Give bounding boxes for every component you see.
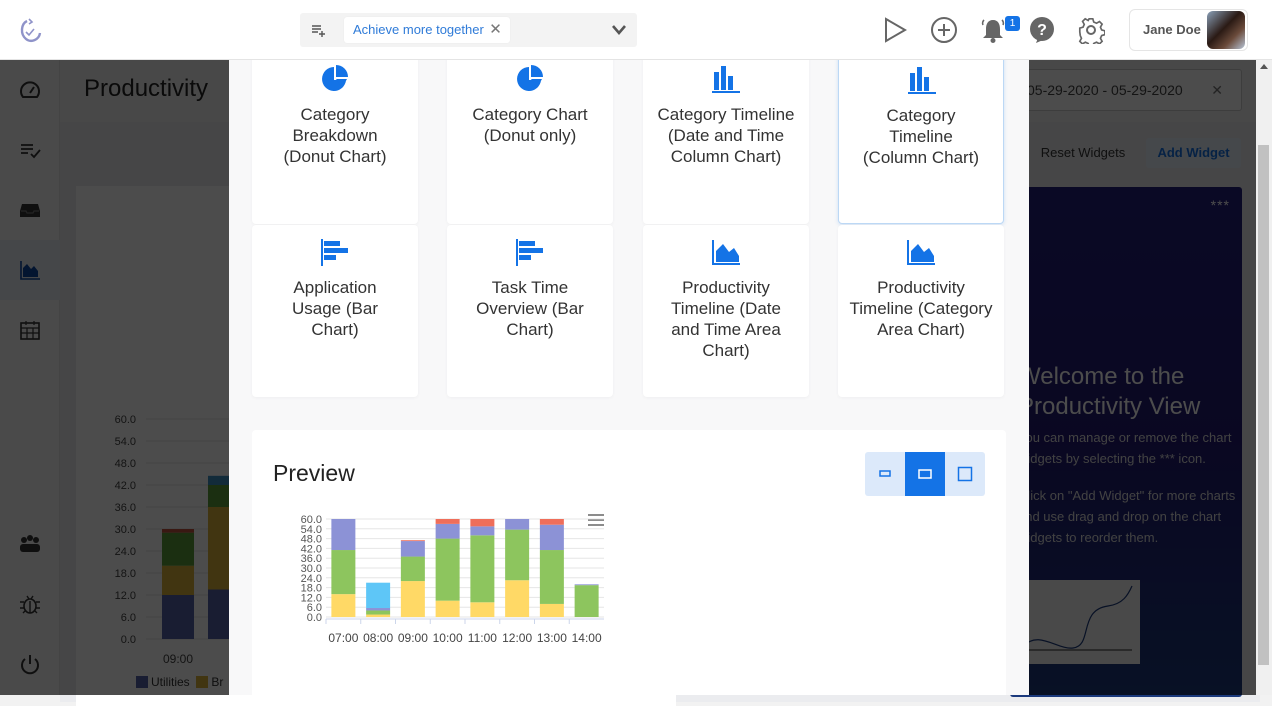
bar-segment-purple[interactable] [331,519,356,551]
widget-option-label: Application Usage (Bar Chart) [292,278,378,339]
help-icon[interactable]: ? [1028,16,1056,44]
widget-option-label: Category Timeline (Column Chart) [862,106,980,167]
pie-chart-icon [320,64,350,94]
y-tick-label: 60.0 [301,514,322,526]
top-bar: Achieve more together ✕ 1 ? Jane Doe [0,0,1272,60]
bar-segment-green[interactable] [539,550,564,604]
widget-option-tile[interactable]: Productivity Timeline (Date and Time Are… [643,225,809,397]
size-medium-icon [918,469,932,479]
x-tick-label: 10:00 [433,631,463,645]
size-large-button[interactable] [945,452,985,496]
widget-option-tile[interactable]: Category Chart (Donut only) [447,60,613,224]
chevron-down-icon[interactable] [611,23,627,37]
bar-segment-green[interactable] [366,610,391,615]
user-menu[interactable]: Jane Doe [1129,9,1248,51]
bar-segment-yellow[interactable] [366,614,391,617]
size-medium-button[interactable] [905,452,945,496]
widget-option-label: Productivity Timeline (Date and Time Are… [671,278,781,360]
size-large-icon [957,466,973,482]
app-logo-icon[interactable] [18,18,42,44]
bar-segment-yellow[interactable] [435,600,460,617]
bar-segment-red[interactable] [435,519,460,524]
page-scrollbar[interactable] [1256,60,1272,695]
filter-chip[interactable]: Achieve more together ✕ [344,17,510,43]
x-tick-label: 13:00 [537,631,567,645]
widget-option-label: Task Time Overview (Bar Chart) [476,278,584,339]
bar-segment-purple[interactable] [505,519,530,530]
preview-chart: 0.06.012.018.024.030.036.042.048.054.060… [301,514,604,645]
play-icon[interactable] [881,16,909,44]
widget-option-label: Category Timeline (Date and Time Column … [657,105,795,166]
search-filter[interactable]: Achieve more together ✕ [300,13,637,47]
bar-segment-yellow[interactable] [470,602,495,617]
bar-segment-green[interactable] [505,529,530,581]
size-small-icon [879,470,891,477]
user-name: Jane Doe [1143,22,1201,37]
bar-segment-red[interactable] [539,519,564,525]
x-tick-label: 08:00 [363,631,393,645]
x-tick-label: 12:00 [502,631,532,645]
bar-segment-yellow[interactable] [331,594,356,617]
widget-option-tile[interactable]: Task Time Overview (Bar Chart) [447,225,613,397]
widget-option-tile[interactable]: Category Timeline (Column Chart) [838,60,1004,224]
column-chart-icon [907,65,937,95]
gear-icon[interactable] [1077,16,1105,44]
filter-chip-label: Achieve more together [353,22,484,37]
area-chart-icon [906,237,936,267]
bar-segment-red[interactable] [400,540,425,542]
bar-segment-purple[interactable] [366,608,391,611]
x-tick-label: 09:00 [398,631,428,645]
widget-option-label: Category Breakdown (Donut Chart) [283,105,387,166]
column-chart-icon [711,64,741,94]
preview-card: Preview 0.0 6.0 12.0 18.0 24.0 30.0 36.0 42.0 48… [252,430,1006,695]
bar-segment-purple[interactable] [574,584,599,586]
widget-option-tile[interactable]: Category Timeline (Date and Time Column … [643,60,809,224]
widget-option-tile[interactable]: Productivity Timeline (Category Area Cha… [838,225,1004,397]
bar-segment-cyan[interactable] [366,582,391,609]
bar-chart-icon [515,237,545,267]
bar-segment-green[interactable] [435,538,460,601]
bar-segment-purple[interactable] [539,524,564,551]
add-circle-icon[interactable] [930,16,958,44]
bell-icon[interactable] [979,16,1007,44]
widget-option-label: Productivity Timeline (Category Area Cha… [849,278,993,339]
bar-segment-green[interactable] [470,535,495,603]
area-chart-icon [711,237,741,267]
scrollbar-thumb[interactable] [1258,145,1269,665]
playlist-add-icon [312,25,325,37]
bar-segment-yellow[interactable] [505,580,530,617]
bar-segment-green[interactable] [574,585,599,617]
x-tick-label: 14:00 [572,631,602,645]
bar-segment-red[interactable] [470,519,495,527]
widget-option-label: Category Chart (Donut only) [472,105,588,145]
widget-option-tile[interactable]: Category Breakdown (Donut Chart) [252,60,418,224]
preview-title: Preview [273,460,355,486]
avatar [1207,11,1245,49]
widget-option-tile[interactable]: Application Usage (Bar Chart) [252,225,418,397]
add-widget-modal: Category Breakdown (Donut Chart) Category… [229,60,1029,695]
bar-segment-purple[interactable] [400,541,425,557]
bar-segment-green[interactable] [331,550,356,595]
x-tick-label: 07:00 [328,631,358,645]
bar-segment-purple[interactable] [435,523,460,539]
bar-segment-yellow[interactable] [400,581,425,617]
chip-remove-icon[interactable]: ✕ [489,17,502,43]
svg-text:?: ? [1037,22,1047,39]
notification-badge: 1 [1005,16,1020,31]
bar-segment-yellow[interactable] [539,603,564,617]
x-tick-label: 11:00 [468,631,497,645]
bar-chart-icon [320,237,350,267]
widget-size-toggle [865,452,985,496]
size-small-button[interactable] [865,452,905,496]
bar-segment-green[interactable] [400,556,425,582]
pie-chart-icon [515,64,545,94]
bar-segment-purple[interactable] [470,526,495,536]
scroll-up-arrow[interactable] [1260,64,1268,69]
